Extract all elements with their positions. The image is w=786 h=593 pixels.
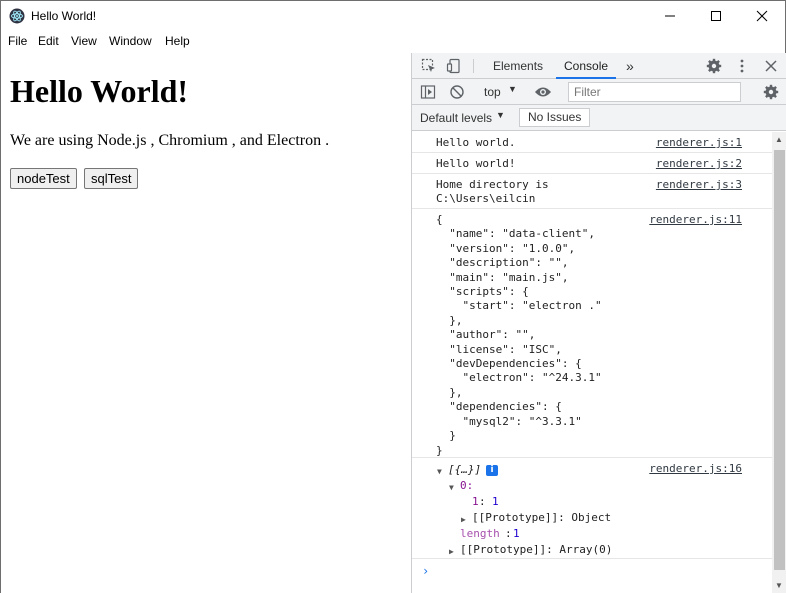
- info-badge-icon[interactable]: i: [486, 465, 498, 476]
- live-expression-eye-icon[interactable]: [534, 85, 552, 99]
- sidebar-toggle-icon[interactable]: [420, 84, 436, 100]
- console-message: Home directory is C:\Users\eilcin render…: [412, 174, 772, 209]
- kebab-menu-icon[interactable]: [737, 58, 747, 74]
- devtools-tab-bar: Elements Console »: [412, 53, 786, 79]
- menu-help[interactable]: Help: [165, 34, 190, 48]
- menu-edit[interactable]: Edit: [38, 34, 59, 48]
- context-selector[interactable]: top: [484, 85, 501, 99]
- console-source-link[interactable]: renderer.js:2: [656, 157, 742, 170]
- entry-key: 1: [472, 495, 479, 508]
- intro-paragraph: We are using Node.js , Chromium , and El…: [10, 132, 330, 149]
- length-colon: :: [505, 527, 512, 540]
- page-heading: Hello World!: [10, 73, 189, 109]
- electron-app-icon: [9, 8, 25, 24]
- console-settings-gear-icon[interactable]: [763, 84, 779, 100]
- app-content: Hello World! We are using Node.js , Chro…: [1, 53, 411, 593]
- array-index-key[interactable]: 0:: [460, 478, 473, 494]
- console-message-text: Hello world!: [436, 157, 516, 170]
- title-bar: Hello World!: [1, 1, 785, 31]
- console-message: { "name": "data-client", "version": "1.0…: [412, 209, 772, 458]
- console-message-array: ▼ [{…}] i renderer.js:16 ▼ 0: 1 : 1 ▶ [[…: [412, 458, 772, 559]
- console-prompt-chevron-icon[interactable]: ›: [422, 564, 429, 578]
- console-levels-toolbar: Default levels ▼ No Issues: [412, 105, 786, 131]
- menu-view[interactable]: View: [71, 34, 97, 48]
- console-message: Hello world. renderer.js:1: [412, 132, 772, 153]
- window-title: Hello World!: [31, 9, 97, 23]
- console-source-link[interactable]: renderer.js:3: [656, 178, 742, 191]
- collapsed-triangle-icon[interactable]: ▶: [449, 547, 454, 556]
- maximize-icon: [711, 11, 721, 21]
- tab-divider: [473, 59, 474, 73]
- console-source-link[interactable]: renderer.js:1: [656, 136, 742, 149]
- entry-value: 1: [492, 495, 499, 508]
- devtools-panel: Elements Console » top ▼ Filter Default …: [411, 53, 786, 593]
- close-devtools-icon[interactable]: [764, 59, 778, 73]
- object-prototype[interactable]: [[Prototype]]: Object: [472, 510, 611, 526]
- console-scrollbar[interactable]: ▲ ▼: [772, 132, 786, 593]
- minimize-icon: [665, 15, 675, 17]
- minimize-button[interactable]: [647, 1, 693, 31]
- entry-colon: :: [479, 495, 486, 508]
- more-tabs-chevron-icon[interactable]: »: [626, 53, 634, 79]
- close-icon: [756, 10, 768, 22]
- maximize-button[interactable]: [693, 1, 739, 31]
- collapsed-triangle-icon[interactable]: ▶: [461, 515, 466, 524]
- menu-window[interactable]: Window: [109, 34, 152, 48]
- array-summary[interactable]: [{…}]: [448, 462, 481, 478]
- console-filter-input[interactable]: Filter: [568, 82, 741, 102]
- menu-file[interactable]: File: [8, 34, 27, 48]
- tab-console[interactable]: Console: [556, 53, 617, 79]
- menu-bar: File Edit View Window Help: [1, 31, 411, 53]
- console-message-text: Home directory is C:\Users\eilcin: [436, 178, 549, 206]
- levels-dropdown-icon[interactable]: ▼: [496, 110, 505, 120]
- clear-console-icon[interactable]: [449, 84, 465, 100]
- console-message-json: { "name": "data-client", "version": "1.0…: [436, 213, 602, 457]
- expand-triangle-icon[interactable]: ▼: [449, 483, 454, 492]
- length-key: length: [460, 527, 500, 540]
- tab-elements[interactable]: Elements: [493, 53, 543, 79]
- electron-window: Hello World! File Edit View Window Help …: [0, 0, 786, 593]
- console-message-text: Hello world.: [436, 136, 516, 149]
- length-value: 1: [513, 527, 520, 540]
- default-levels-dropdown[interactable]: Default levels: [420, 111, 492, 125]
- sql-test-button[interactable]: sqlTest: [84, 168, 139, 189]
- node-test-button[interactable]: nodeTest: [10, 168, 77, 189]
- scroll-up-icon[interactable]: ▲: [775, 135, 783, 144]
- expand-triangle-icon[interactable]: ▼: [437, 467, 442, 476]
- scrollbar-thumb[interactable]: [774, 150, 785, 570]
- array-prototype[interactable]: [[Prototype]]: Array(0): [460, 542, 612, 558]
- console-toolbar: top ▼ Filter: [412, 79, 786, 105]
- scroll-down-icon[interactable]: ▼: [775, 581, 783, 590]
- context-dropdown-icon[interactable]: ▼: [508, 84, 517, 94]
- no-issues-button[interactable]: No Issues: [519, 108, 591, 127]
- close-window-button[interactable]: [739, 1, 785, 31]
- device-toolbar-icon[interactable]: [446, 58, 462, 74]
- console-message: Hello world! renderer.js:2: [412, 153, 772, 174]
- console-source-link[interactable]: renderer.js:11: [649, 213, 742, 226]
- settings-gear-icon[interactable]: [706, 58, 722, 74]
- console-output: Hello world. renderer.js:1 Hello world! …: [412, 132, 772, 593]
- inspect-element-icon[interactable]: [421, 58, 437, 74]
- console-source-link[interactable]: renderer.js:16: [649, 462, 742, 475]
